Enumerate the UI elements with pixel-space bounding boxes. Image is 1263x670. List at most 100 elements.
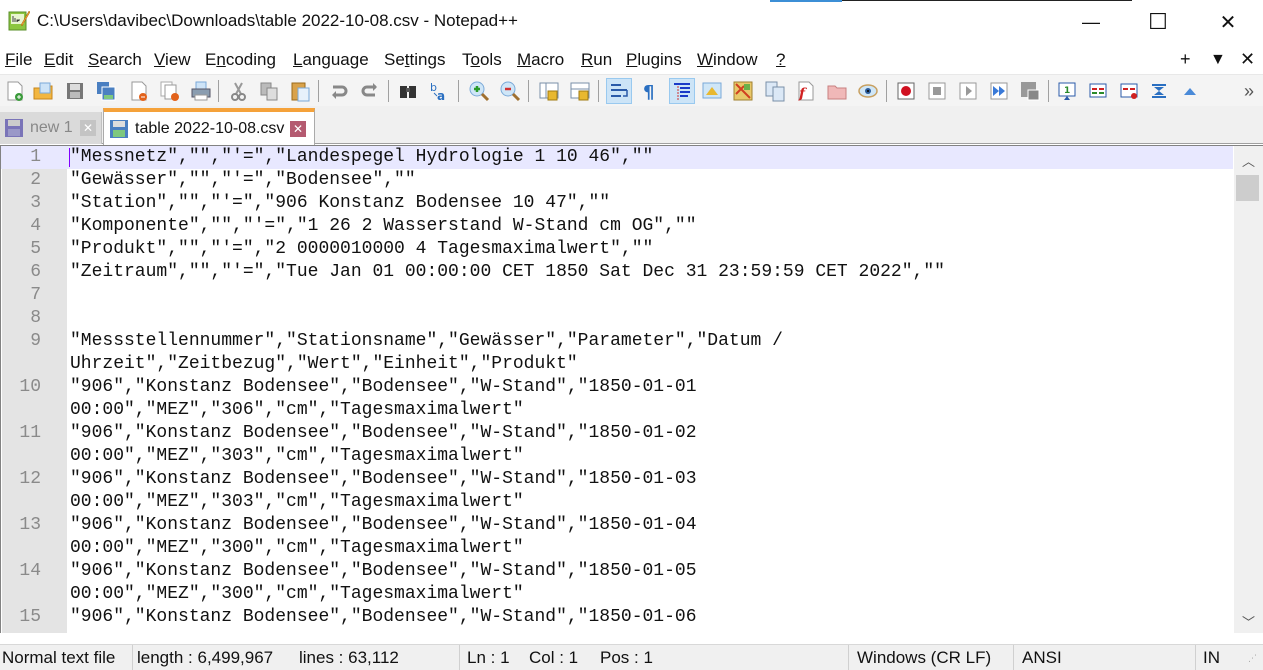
svg-text:1: 1: [1064, 86, 1070, 96]
word-wrap-toggle[interactable]: [606, 78, 632, 104]
plugin-button-1[interactable]: 1: [1054, 78, 1080, 104]
window-title: C:\Users\davibec\Downloads\table 2022-10…: [37, 11, 518, 30]
tab-new-1[interactable]: new 1 ✕: [0, 112, 102, 144]
editor-line[interactable]: 2 "Gewässer","","'=","Bodensee","": [1, 169, 1233, 192]
binoculars-icon: [400, 86, 416, 98]
copy-button[interactable]: [256, 78, 282, 104]
line-text: Uhrzeit","Zeitbezug","Wert","Einheit","P…: [70, 354, 578, 374]
scrollbar-thumb[interactable]: [1236, 175, 1259, 201]
menu-file[interactable]: File: [5, 50, 32, 70]
menu-run[interactable]: Run: [581, 50, 612, 70]
tab-table-2022-10-08-csv[interactable]: table 2022-10-08.csv ✕: [103, 108, 315, 145]
editor-line[interactable]: 00:00","MEZ","300","cm","Tagesmaximalwer…: [1, 583, 1233, 606]
editor-line[interactable]: 13 "906","Konstanz Bodensee","Bodensee","…: [1, 514, 1233, 537]
tab-list-button[interactable]: ▼: [1210, 51, 1226, 69]
plugin-button-5[interactable]: [1177, 78, 1203, 104]
show-all-characters-button[interactable]: ¶: [637, 78, 663, 104]
record-macro-button[interactable]: [893, 78, 919, 104]
editor-line[interactable]: 3 "Station","","'=","906 Konstanz Bodense…: [1, 192, 1233, 215]
editor-line[interactable]: 00:00","MEZ","300","cm","Tagesmaximalwer…: [1, 537, 1233, 560]
sync-vertical-button[interactable]: [536, 78, 562, 104]
find-button[interactable]: [395, 78, 421, 104]
close-window-button[interactable]: ✕: [1199, 0, 1257, 44]
function-list-button[interactable]: f: [793, 78, 819, 104]
toolbar: ba ¶ f 1 »: [0, 74, 1263, 106]
editor-line[interactable]: 5 "Produkt","","'=","2 0000010000 4 Tages…: [1, 238, 1233, 261]
udl-button[interactable]: [699, 78, 725, 104]
add-tab-button[interactable]: +: [1180, 49, 1191, 70]
plugin-button-4[interactable]: [1146, 78, 1172, 104]
menu-view[interactable]: View: [154, 50, 191, 70]
menu-tools[interactable]: Tools: [462, 50, 502, 70]
editor-line[interactable]: 00:00","MEZ","303","cm","Tagesmaximalwer…: [1, 445, 1233, 468]
close-document-button[interactable]: ✕: [1240, 49, 1255, 70]
line-number: 1: [30, 147, 41, 167]
editor-line[interactable]: 9 "Messstellennummer","Stationsname","Gew…: [1, 330, 1233, 353]
menu-help[interactable]: ?: [776, 50, 785, 70]
document-list-button[interactable]: [762, 78, 788, 104]
folder-workspace-button[interactable]: [824, 78, 850, 104]
undo-button[interactable]: [326, 78, 352, 104]
play-icon: [959, 82, 977, 100]
play-macro-button[interactable]: [955, 78, 981, 104]
stop-recording-button[interactable]: [924, 78, 950, 104]
save-all-button[interactable]: [93, 78, 119, 104]
scroll-up-button[interactable]: ︿: [1234, 148, 1263, 172]
save-button[interactable]: [62, 78, 88, 104]
editor-line[interactable]: 8: [1, 307, 1233, 330]
scroll-down-button[interactable]: ﹀: [1234, 609, 1263, 633]
editor-line[interactable]: 00:00","MEZ","303","cm","Tagesmaximalwer…: [1, 491, 1233, 514]
zoom-out-button[interactable]: [497, 78, 523, 104]
editor-line[interactable]: Uhrzeit","Zeitbezug","Wert","Einheit","P…: [1, 353, 1233, 376]
zoom-in-button[interactable]: [466, 78, 492, 104]
editor-line[interactable]: 00:00","MEZ","306","cm","Tagesmaximalwer…: [1, 399, 1233, 422]
editor-line[interactable]: 4 "Komponente","","'=","1 26 2 Wasserstan…: [1, 215, 1233, 238]
editor-line[interactable]: 1 "Messnetz","","'=","Landespegel Hydrolo…: [1, 146, 1233, 169]
run-macro-multiple-button[interactable]: [986, 78, 1012, 104]
chevron-double-right-icon: »: [1243, 80, 1254, 101]
monitoring-button[interactable]: [855, 78, 881, 104]
menu-settings[interactable]: Settings: [384, 50, 445, 70]
vertical-scrollbar[interactable]: ︿ ﹀: [1234, 146, 1263, 633]
close-tab-icon[interactable]: ✕: [290, 120, 306, 137]
menu-plugins[interactable]: Plugins: [626, 50, 682, 70]
editor-line[interactable]: 15 "906","Konstanz Bodensee","Bodensee","…: [1, 606, 1233, 629]
editor[interactable]: 1 "Messnetz","","'=","Landespegel Hydrolo…: [0, 145, 1263, 633]
editor-line[interactable]: 10 "906","Konstanz Bodensee","Bodensee","…: [1, 376, 1233, 399]
plugin-button-3[interactable]: [1116, 78, 1142, 104]
menu-language[interactable]: Language: [293, 50, 369, 70]
document-map-button[interactable]: [730, 78, 756, 104]
menu-accel: W: [697, 50, 714, 69]
paste-button[interactable]: [287, 78, 313, 104]
editor-line[interactable]: 11 "906","Konstanz Bodensee","Bodensee","…: [1, 422, 1233, 445]
redo-button[interactable]: [357, 78, 383, 104]
save-macro-button[interactable]: [1017, 78, 1043, 104]
indent-guide-toggle[interactable]: [669, 78, 695, 104]
close-file-button[interactable]: [126, 78, 152, 104]
sync-horizontal-button[interactable]: [567, 78, 593, 104]
replace-button[interactable]: ba: [426, 78, 452, 104]
record-icon: [897, 82, 915, 100]
save-icon: [67, 83, 83, 99]
editor-line[interactable]: 7: [1, 284, 1233, 307]
menu-search[interactable]: Search: [88, 50, 142, 70]
menu-macro[interactable]: Macro: [517, 50, 564, 70]
print-button[interactable]: [188, 78, 214, 104]
open-file-button[interactable]: [30, 78, 56, 104]
menu-encoding[interactable]: Encoding: [205, 50, 276, 70]
close-tab-icon[interactable]: ✕: [80, 120, 96, 136]
plugin-button-2[interactable]: [1085, 78, 1111, 104]
toolbar-overflow-button[interactable]: »: [1236, 78, 1262, 104]
minimize-button[interactable]: —: [1062, 0, 1120, 44]
editor-line[interactable]: 14 "906","Konstanz Bodensee","Bodensee","…: [1, 560, 1233, 583]
menu-label-rest: E: [205, 50, 217, 69]
menu-edit[interactable]: Edit: [44, 50, 73, 70]
maximize-button[interactable]: ☐: [1129, 0, 1187, 44]
close-all-button[interactable]: [157, 78, 183, 104]
cut-button[interactable]: [225, 78, 251, 104]
editor-line[interactable]: 12 "906","Konstanz Bodensee","Bodensee","…: [1, 468, 1233, 491]
menu-window[interactable]: Window: [697, 50, 757, 70]
new-file-button[interactable]: [2, 78, 28, 104]
editor-line[interactable]: 6 "Zeitraum","","'=","Tue Jan 01 00:00:00…: [1, 261, 1233, 284]
resize-grip-icon[interactable]: ⋰: [1248, 653, 1257, 664]
